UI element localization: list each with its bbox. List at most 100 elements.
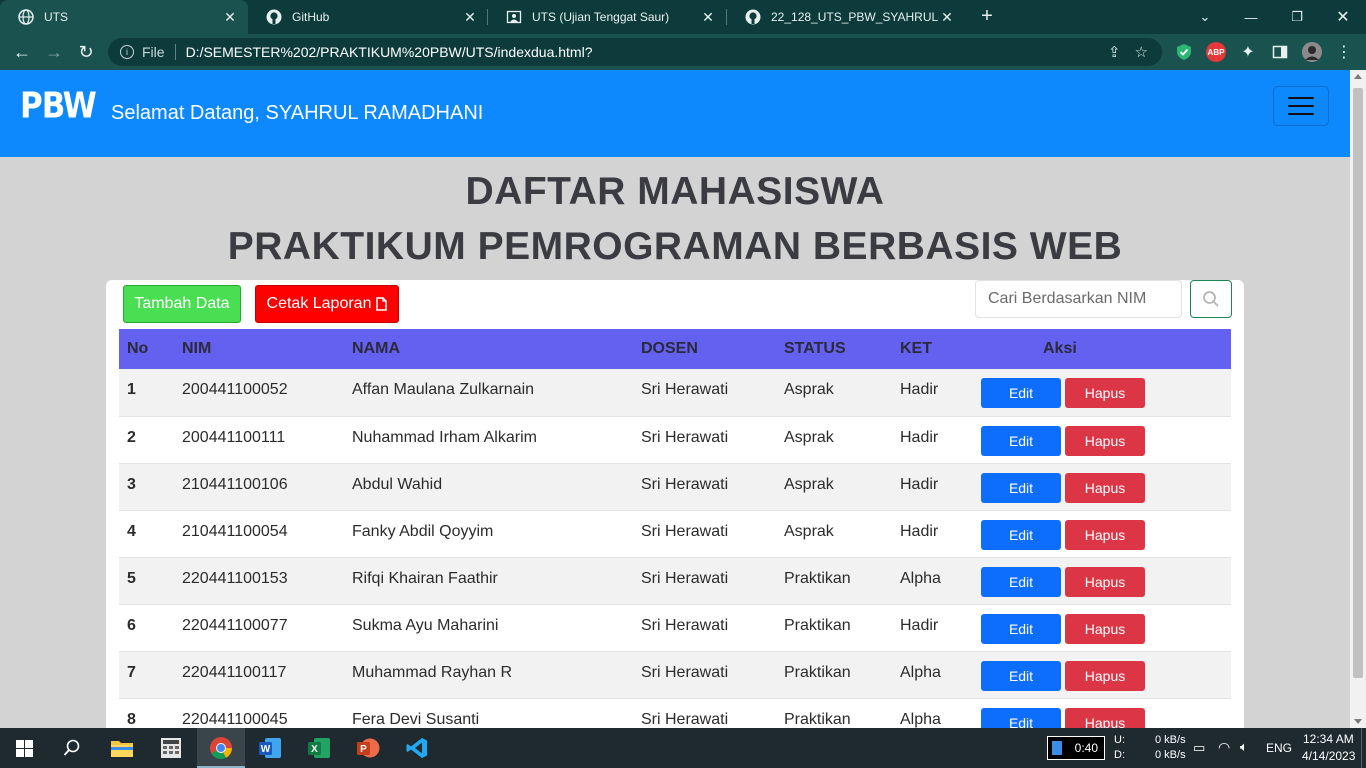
cell-nama: Fera Devi Susanti <box>352 710 480 728</box>
delete-button[interactable]: Hapus <box>1065 660 1145 691</box>
address-bar[interactable]: i File D:/SEMESTER%202/PRAKTIKUM%20PBW/U… <box>108 38 1162 66</box>
clock-date[interactable]: 4/14/2023 <box>1302 749 1355 763</box>
excel-icon[interactable]: X <box>295 728 343 768</box>
print-report-button[interactable]: Cetak Laporan <box>255 285 399 323</box>
table-row: 7 220441100117 Muhammad Rayhan R Sri Herawa… <box>119 651 1231 698</box>
delete-button[interactable]: Hapus <box>1065 378 1145 408</box>
add-data-button[interactable]: Tambah Data <box>123 285 241 323</box>
cell-no: 1 <box>127 381 136 398</box>
language-indicator[interactable]: ENG <box>1266 741 1292 755</box>
download-label: D: <box>1114 749 1125 761</box>
show-desktop-button[interactable] <box>1361 728 1366 768</box>
hamburger-line <box>1288 105 1314 107</box>
forward-icon[interactable]: → <box>42 40 66 64</box>
close-tab-icon[interactable]: ✕ <box>462 9 478 26</box>
tab-uts-ujian[interactable]: UTS (Ujian Tenggat Saur) ✕ <box>488 0 726 34</box>
cell-nim: 210441100054 <box>182 522 288 540</box>
upload-rate: 0 kB/s <box>1155 734 1186 746</box>
search-nim-input[interactable] <box>975 280 1182 318</box>
profile-avatar[interactable] <box>1302 42 1322 62</box>
cell-nama: Rifqi Khairan Faathir <box>352 569 498 587</box>
delete-button[interactable]: Hapus <box>1065 613 1145 644</box>
cell-no: 6 <box>127 616 136 634</box>
back-icon[interactable]: ← <box>10 40 34 64</box>
windows-start-icon[interactable] <box>0 728 48 768</box>
search-icon[interactable] <box>48 728 96 768</box>
scroll-up-arrow-icon[interactable] <box>1354 74 1362 79</box>
powerpoint-icon[interactable]: P <box>344 728 392 768</box>
cell-nama: Affan Maulana Zulkarnain <box>352 381 535 398</box>
new-tab-button[interactable]: + <box>976 6 998 28</box>
edit-button[interactable]: Edit <box>981 707 1061 728</box>
chrome-icon[interactable] <box>197 728 245 768</box>
edit-button[interactable]: Edit <box>981 660 1061 691</box>
tab-uts[interactable]: UTS ✕ <box>0 0 248 34</box>
cell-no: 3 <box>127 475 136 493</box>
cell-actions: Edit Hapus <box>973 463 1231 510</box>
volume-icon[interactable]: 🔈︎ <box>1240 739 1248 755</box>
page-scrollbar[interactable] <box>1350 70 1366 728</box>
scrollbar-thumb[interactable] <box>1353 88 1363 678</box>
edit-button[interactable]: Edit <box>981 566 1061 597</box>
delete-button[interactable]: Hapus <box>1065 707 1145 728</box>
delete-button[interactable]: Hapus <box>1065 472 1145 503</box>
vscode-icon[interactable] <box>393 728 441 768</box>
col-header-nim: NIM <box>182 340 212 357</box>
cell-nim: 210441100106 <box>182 475 288 493</box>
close-tab-icon[interactable]: ✕ <box>222 9 238 26</box>
reload-icon[interactable]: ↻ <box>74 40 98 64</box>
search-button[interactable] <box>1190 280 1232 318</box>
print-report-label: Cetak Laporan <box>266 295 372 312</box>
close-window-button[interactable]: ✕ <box>1320 0 1366 34</box>
cell-nim: 200441100111 <box>182 428 286 446</box>
cell-ket: Alpha <box>900 663 941 681</box>
calculator-icon[interactable] <box>147 728 195 768</box>
table-row: 6 220441100077 Sukma Ayu Maharini Sri Heraw… <box>119 604 1231 651</box>
col-header-no: No <box>127 340 149 357</box>
tab-title: 22_128_UTS_PBW_SYAHRUL-RAM <box>771 10 939 24</box>
shield-extension-icon[interactable] <box>1174 42 1194 62</box>
edit-button[interactable]: Edit <box>981 425 1061 456</box>
brand-logo[interactable]: PBW <box>20 85 97 126</box>
bookmark-star-icon[interactable]: ☆ <box>1135 43 1148 61</box>
battery-icon[interactable]: ▭ <box>1193 740 1205 756</box>
tab-search-icon[interactable]: ⌄ <box>1182 0 1228 34</box>
close-tab-icon[interactable]: ✕ <box>700 9 716 26</box>
edit-button[interactable]: Edit <box>981 519 1061 550</box>
navbar-toggler-button[interactable] <box>1273 86 1329 126</box>
extensions-icon[interactable]: ✦ <box>1238 42 1258 62</box>
edit-button[interactable]: Edit <box>981 378 1061 408</box>
side-panel-icon[interactable] <box>1270 42 1290 62</box>
restore-button[interactable]: ❐ <box>1274 0 1320 34</box>
page-viewport: PBW Selamat Datang, SYAHRUL RAMADHANI DA… <box>0 70 1350 728</box>
tab-github-repo[interactable]: 22_128_UTS_PBW_SYAHRUL-RAM ✕ <box>727 0 965 34</box>
browser-menu-icon[interactable]: ⋮ <box>1334 42 1354 62</box>
cell-status: Asprak <box>784 381 834 398</box>
file-explorer-icon[interactable] <box>98 728 146 768</box>
adblock-icon[interactable]: ABP <box>1206 42 1226 62</box>
share-icon[interactable]: ⇪ <box>1108 43 1121 61</box>
edit-button[interactable]: Edit <box>981 613 1061 644</box>
browser-toolbar: ← → ↻ i File D:/SEMESTER%202/PRAKTIKUM%2… <box>0 34 1366 70</box>
tab-github[interactable]: GitHub ✕ <box>248 0 488 34</box>
delete-button[interactable]: Hapus <box>1065 425 1145 456</box>
page-icon <box>506 9 522 25</box>
table-row: 5 220441100153 Rifqi Khairan Faathir Sri He… <box>119 557 1231 604</box>
info-icon[interactable]: i <box>120 45 134 59</box>
minimize-button[interactable]: — <box>1228 0 1274 34</box>
edit-button[interactable]: Edit <box>981 472 1061 503</box>
clock-time[interactable]: 12:34 AM <box>1303 732 1354 746</box>
wifi-icon[interactable]: ◠ <box>1218 739 1230 756</box>
scroll-down-arrow-icon[interactable] <box>1354 719 1362 724</box>
close-tab-icon[interactable]: ✕ <box>939 9 955 26</box>
browser-tab-strip: UTS ✕ GitHub ✕ UTS (Ujian Tenggat Saur) … <box>0 0 1366 34</box>
cell-actions: Edit Hapus <box>973 557 1231 604</box>
site-navbar: PBW Selamat Datang, SYAHRUL RAMADHANI <box>0 70 1350 157</box>
windows-taskbar: W X P 0:40 U: D: 0 kB/s 0 kB/s ▭ ◠ 🔈︎ EN… <box>0 728 1366 768</box>
delete-button[interactable]: Hapus <box>1065 519 1145 550</box>
word-icon[interactable]: W <box>246 728 294 768</box>
network-meter[interactable]: 0:40 <box>1047 736 1105 760</box>
url-text[interactable]: D:/SEMESTER%202/PRAKTIKUM%20PBW/UTS/inde… <box>186 44 1108 60</box>
cell-dosen: Sri Herawati <box>641 710 729 728</box>
delete-button[interactable]: Hapus <box>1065 566 1145 597</box>
